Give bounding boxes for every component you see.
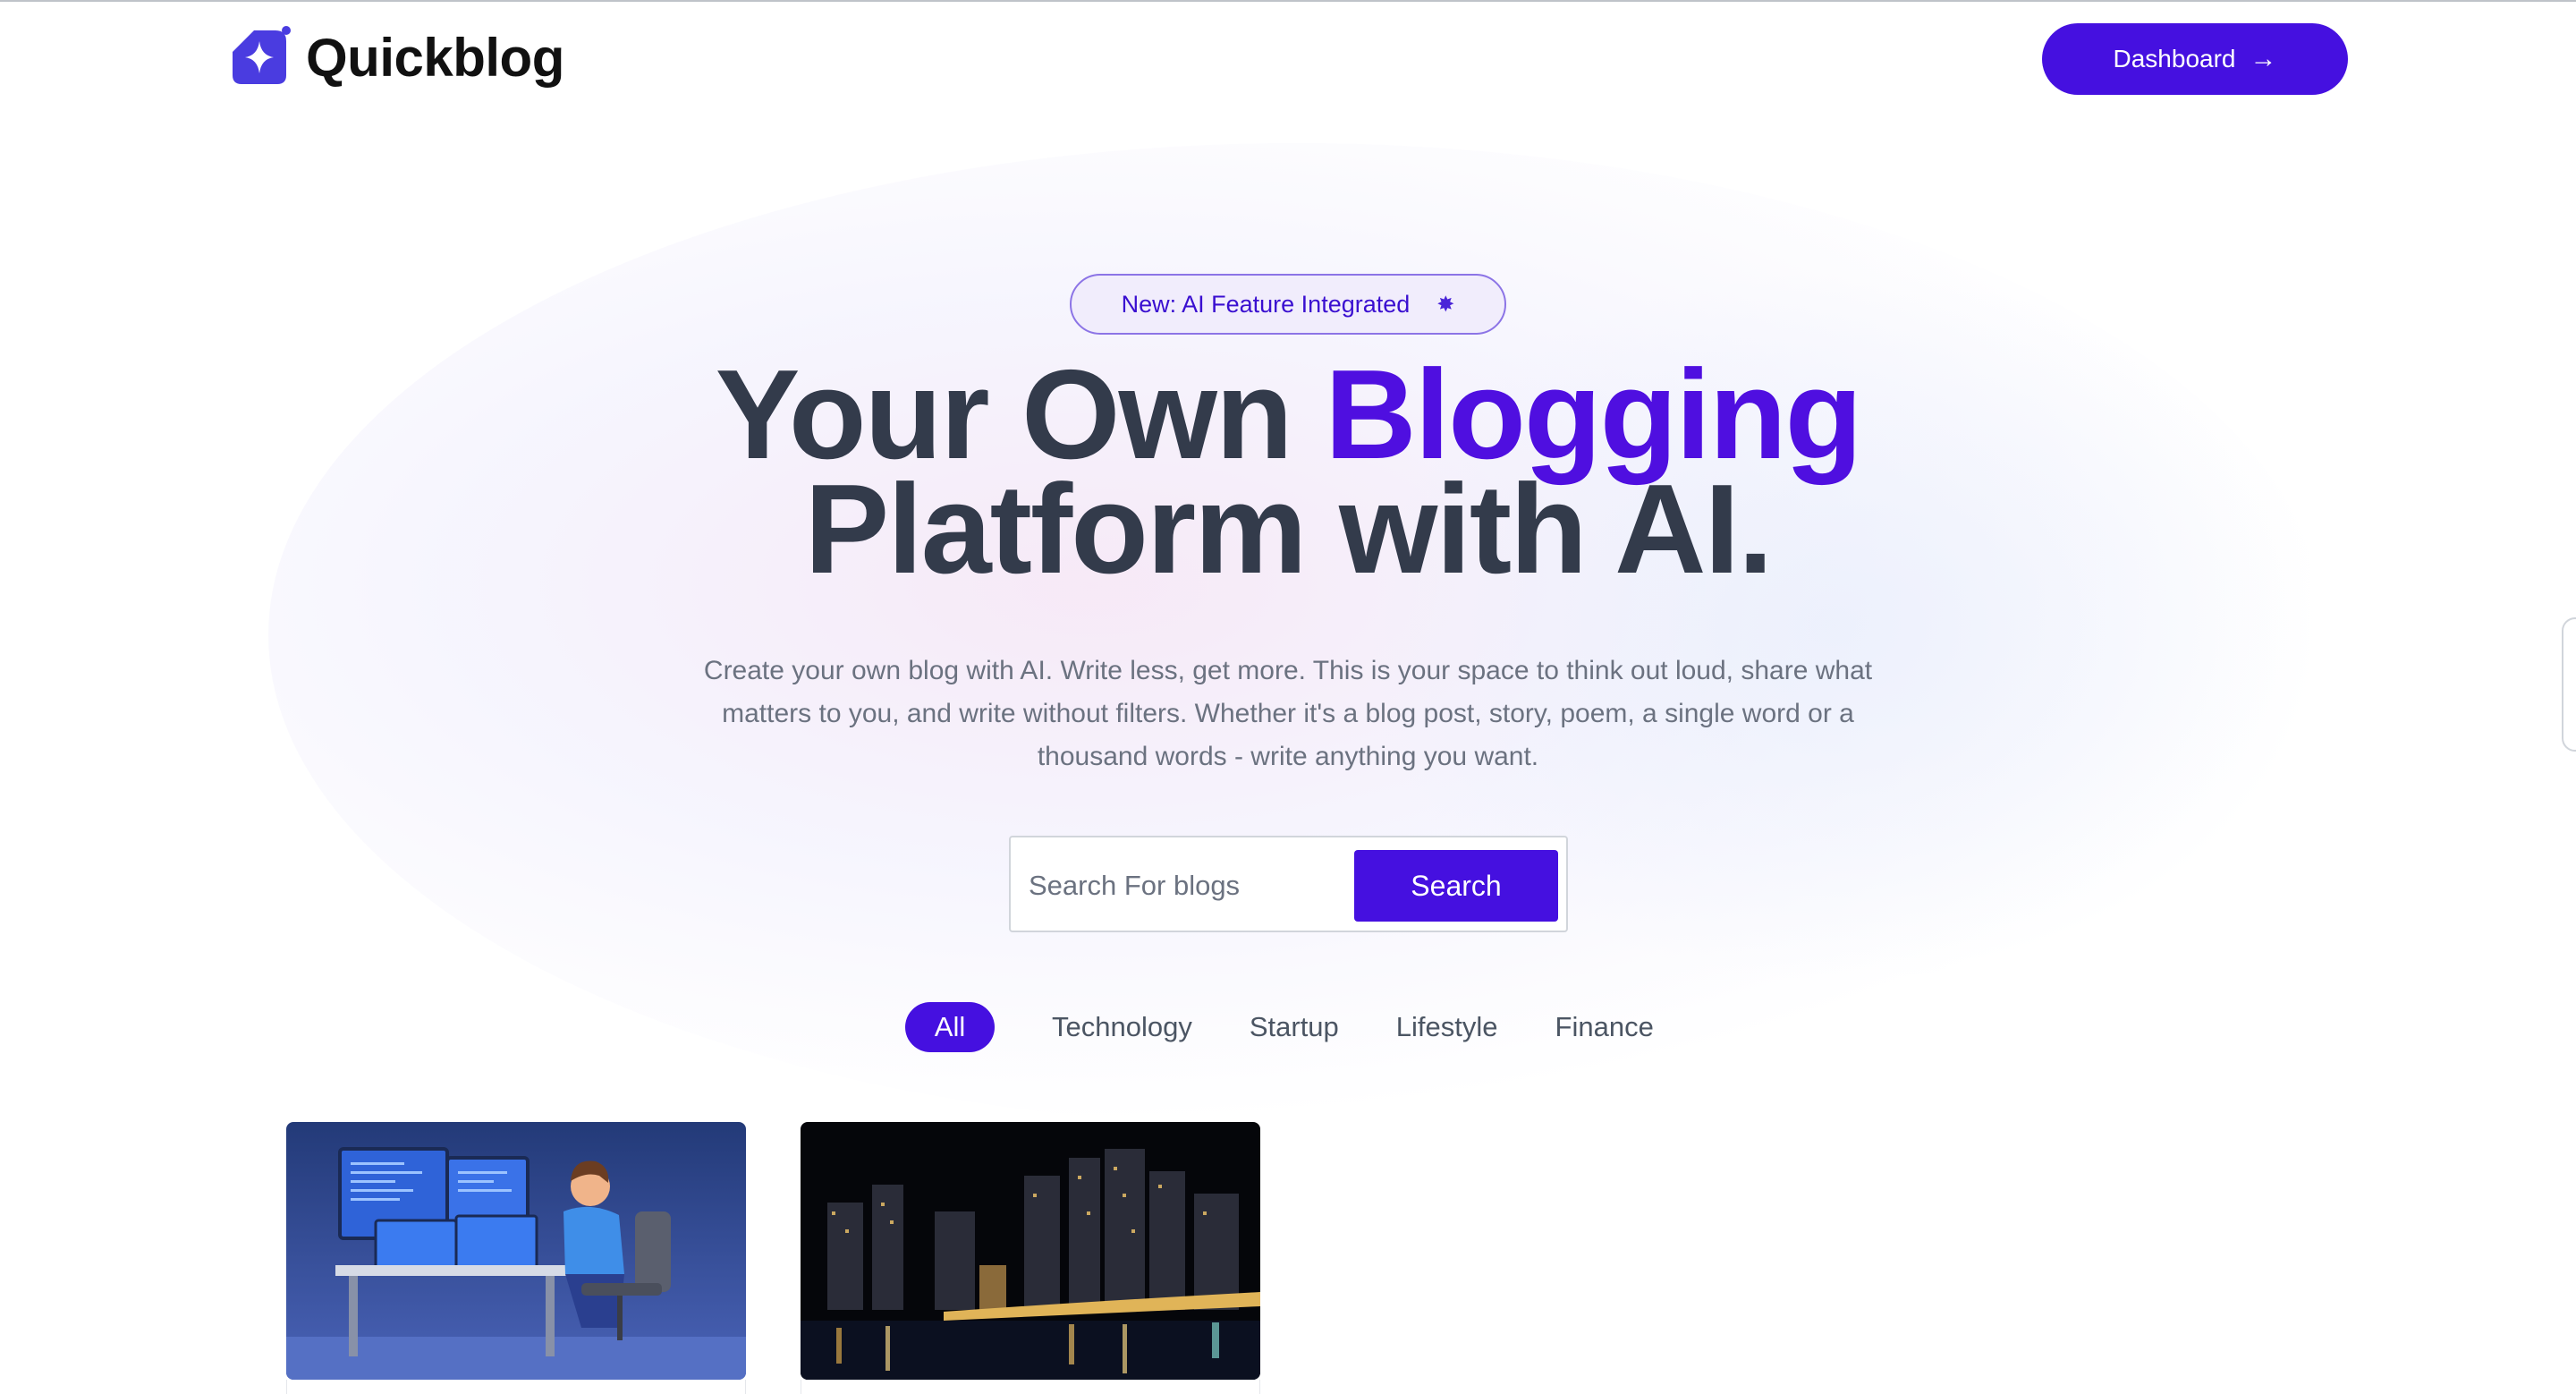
category-filter: All Technology Startup Lifestyle Finance [905,1000,1654,1054]
dashboard-button[interactable]: Dashboard → [2042,23,2348,95]
category-lifestyle[interactable]: Lifestyle [1396,1011,1498,1043]
dashboard-button-label: Dashboard [2113,45,2236,72]
search-input[interactable] [1029,850,1351,922]
brand-logo[interactable]: Quickblog [227,25,564,89]
category-all[interactable]: All [905,1002,995,1052]
search-form: Search [1009,836,1568,932]
hero-subtext: Create your own blog with AI. Write less… [703,656,1873,771]
blog-card-image-developer[interactable] [286,1122,746,1380]
arrow-right-icon: → [2250,44,2277,73]
new-feature-badge: New: AI Feature Integrated ✸ [1070,274,1506,335]
window-top-border [0,0,2576,2]
category-technology[interactable]: Technology [1052,1011,1192,1043]
brand-name: Quickblog [306,27,564,88]
search-button[interactable]: Search [1354,850,1558,922]
headline-part2: Platform with AI. [804,458,1774,600]
hero-headline: Your Own Blogging Platform with AI. [0,352,2576,593]
star-icon: ✸ [1436,292,1455,317]
blog-card-image-city[interactable] [801,1122,1260,1380]
blog-card-body [286,1380,746,1394]
scroll-edge-tab[interactable] [2562,617,2576,752]
category-startup[interactable]: Startup [1250,1011,1339,1043]
blog-card-body [801,1380,1260,1394]
badge-text: New: AI Feature Integrated [1121,290,1411,318]
category-finance[interactable]: Finance [1555,1011,1654,1043]
sparkle-logo-icon [227,25,292,89]
